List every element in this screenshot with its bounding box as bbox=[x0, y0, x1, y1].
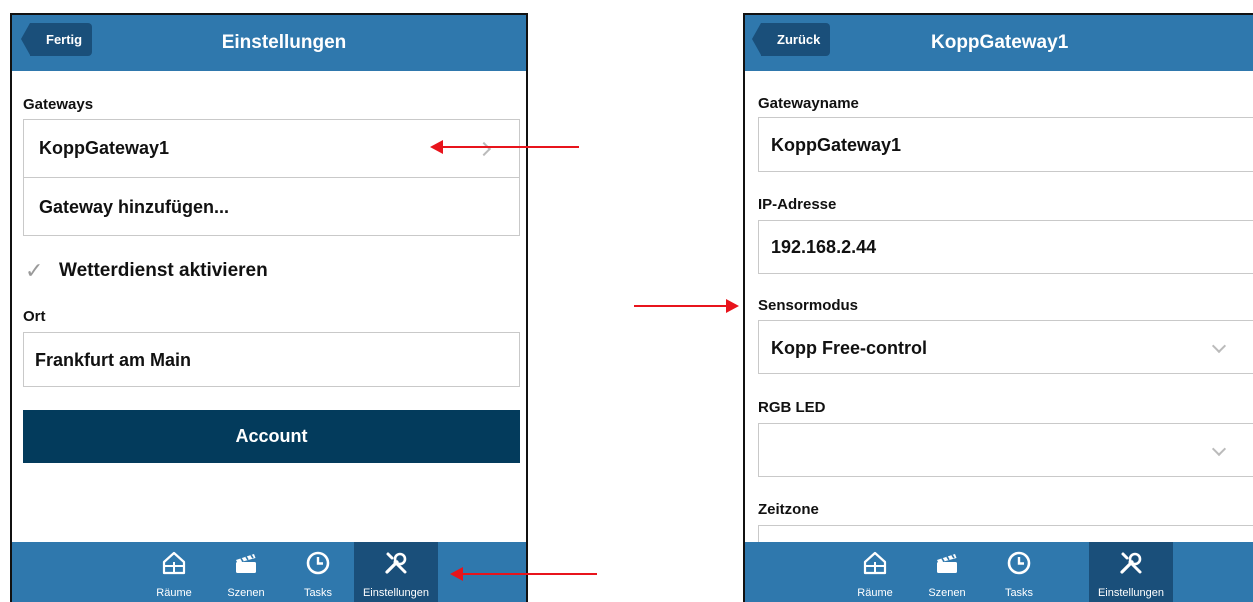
gateway-list: KoppGateway1 Gateway hinzufügen... bbox=[23, 119, 520, 236]
tools-icon bbox=[1120, 552, 1142, 574]
header-bar: Zurück KoppGateway1 bbox=[745, 15, 1253, 71]
chevron-down-icon bbox=[1211, 441, 1227, 457]
tools-icon bbox=[385, 552, 407, 574]
tab-label: Tasks bbox=[1004, 587, 1034, 599]
gatewayname-value: KoppGateway1 bbox=[771, 135, 902, 155]
ort-value: Frankfurt am Main bbox=[35, 350, 192, 370]
tab-tasks[interactable]: Tasks bbox=[282, 542, 354, 602]
ip-value: 192.168.2.44 bbox=[771, 237, 877, 257]
weather-checkbox[interactable]: ✓ Wetterdienst aktivieren bbox=[23, 258, 353, 288]
tab-label: Tasks bbox=[303, 587, 333, 599]
header-bar: Fertig Einstellungen bbox=[12, 15, 526, 71]
gatewayname-label: Gatewayname bbox=[758, 95, 859, 112]
clapperboard-icon bbox=[937, 554, 957, 573]
house-icon bbox=[162, 551, 186, 575]
zeitzone-label: Zeitzone bbox=[758, 501, 819, 518]
tab-einstellungen[interactable]: Einstellungen bbox=[354, 542, 438, 602]
gateway-item-koppgateway1[interactable]: KoppGateway1 bbox=[24, 120, 519, 178]
settings-screen: Fertig Einstellungen Gateways KoppGatewa… bbox=[10, 13, 528, 602]
ip-label: IP-Adresse bbox=[758, 196, 837, 213]
gatewayname-input[interactable]: KoppGateway1 bbox=[758, 117, 1253, 172]
annotation-arrow-sensormodus bbox=[634, 299, 739, 313]
tab-tasks[interactable]: Tasks bbox=[983, 542, 1055, 602]
page-title: KoppGateway1 bbox=[931, 32, 1069, 53]
gateway-item-label: KoppGateway1 bbox=[39, 138, 170, 158]
weather-label: Wetterdienst aktivieren bbox=[59, 260, 268, 281]
tab-einstellungen[interactable]: Einstellungen bbox=[1089, 542, 1173, 602]
add-gateway-item[interactable]: Gateway hinzufügen... bbox=[24, 178, 519, 236]
annotation-arrow-settings-tab bbox=[450, 567, 597, 581]
tab-label: Einstellungen bbox=[1097, 587, 1165, 599]
tab-bar: Räume Szenen Tasks Einstellungen bbox=[745, 542, 1253, 602]
rgb-led-select[interactable] bbox=[758, 423, 1253, 477]
house-icon bbox=[863, 551, 887, 575]
tab-szenen[interactable]: Szenen bbox=[210, 542, 282, 602]
zurueck-button[interactable]: Zurück bbox=[751, 23, 831, 56]
chevron-down-icon bbox=[1211, 338, 1227, 354]
tab-label: Szenen bbox=[928, 587, 966, 599]
annotation-arrow-gateway bbox=[430, 140, 579, 154]
sensormodus-value: Kopp Free-control bbox=[771, 338, 927, 358]
ort-input[interactable]: Frankfurt am Main bbox=[23, 332, 520, 387]
clock-icon bbox=[306, 551, 330, 575]
tab-label: Räume bbox=[156, 587, 192, 599]
clapperboard-icon bbox=[236, 554, 256, 573]
tab-bar: Räume Szenen Tasks Einstellungen bbox=[12, 542, 526, 602]
page-title: Einstellungen bbox=[221, 32, 347, 53]
rgb-led-label: RGB LED bbox=[758, 399, 826, 416]
clock-icon bbox=[1007, 551, 1031, 575]
tab-label: Einstellungen bbox=[362, 587, 430, 599]
gateways-label: Gateways bbox=[23, 96, 94, 113]
tab-label: Szenen bbox=[227, 587, 265, 599]
tab-raeume[interactable]: Räume bbox=[138, 542, 210, 602]
ip-input[interactable]: 192.168.2.44 bbox=[758, 220, 1253, 274]
tab-label: Räume bbox=[857, 587, 893, 599]
add-gateway-label: Gateway hinzufügen... bbox=[39, 197, 230, 217]
checkmark-icon: ✓ bbox=[25, 258, 44, 283]
chevron-right-icon bbox=[476, 141, 492, 157]
tab-raeume[interactable]: Räume bbox=[839, 542, 911, 602]
sensormodus-select[interactable]: Kopp Free-control bbox=[758, 320, 1253, 374]
account-button[interactable]: Account bbox=[23, 410, 520, 463]
ort-label: Ort bbox=[23, 308, 46, 325]
tab-szenen[interactable]: Szenen bbox=[911, 542, 983, 602]
gateway-detail-screen: Zurück KoppGateway1 Gatewayname KoppGate… bbox=[743, 13, 1253, 602]
sensormodus-label: Sensormodus bbox=[758, 297, 859, 314]
